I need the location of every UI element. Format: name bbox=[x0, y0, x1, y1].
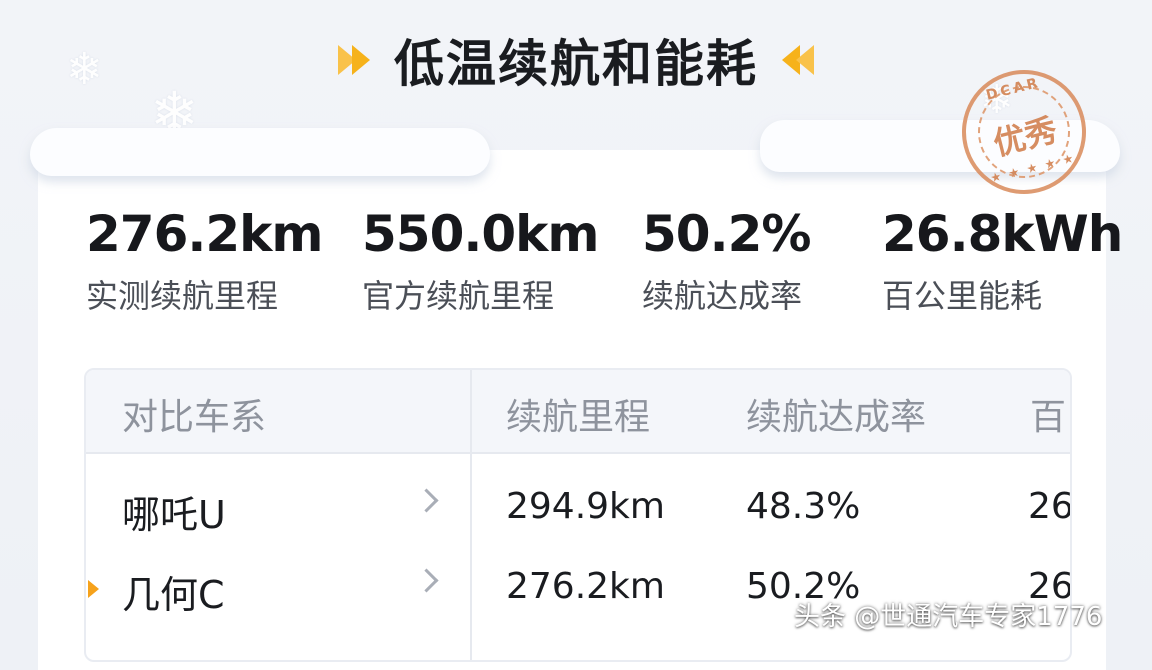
column-header-model: 对比车系 bbox=[122, 397, 267, 438]
table-row[interactable]: 哪吒U 294.9km 48.3% 26 bbox=[86, 470, 1070, 550]
metric-energy-consumption: 26.8kWh 百公里能耗 bbox=[882, 205, 1123, 317]
metric-label: 实测续航里程 bbox=[86, 277, 279, 315]
snow-decoration bbox=[30, 128, 490, 176]
metric-label: 百公里能耗 bbox=[882, 277, 1043, 315]
row-energy: 26 bbox=[1028, 486, 1072, 527]
metric-achievement-rate: 50.2% 续航达成率 bbox=[642, 205, 811, 317]
row-range: 276.2km bbox=[506, 566, 665, 607]
row-model-name[interactable]: 哪吒U bbox=[122, 484, 226, 539]
row-model-name[interactable]: 几何C bbox=[122, 564, 225, 619]
metric-official-range: 550.0km 官方续航里程 bbox=[362, 205, 600, 317]
column-header-energy: 百 bbox=[1030, 397, 1067, 438]
metric-value: 50.2% bbox=[642, 205, 811, 263]
chevron-right-icon[interactable] bbox=[414, 568, 439, 593]
metric-label: 官方续航里程 bbox=[362, 277, 555, 315]
metric-label: 续航达成率 bbox=[642, 277, 803, 315]
column-header-range: 续航里程 bbox=[506, 397, 651, 438]
metric-value: 276.2km bbox=[86, 205, 324, 263]
selected-marker-icon bbox=[88, 580, 99, 598]
row-range: 294.9km bbox=[506, 486, 665, 527]
metric-value: 550.0km bbox=[362, 205, 600, 263]
metric-measured-range: 276.2km 实测续航里程 bbox=[86, 205, 324, 317]
double-chevron-left-icon bbox=[782, 45, 814, 75]
section-title: 低温续航和能耗 bbox=[394, 35, 758, 93]
chevron-right-icon[interactable] bbox=[414, 488, 439, 513]
row-rate: 48.3% bbox=[746, 486, 861, 527]
double-chevron-right-icon bbox=[338, 45, 370, 75]
watermark: 头条 @世通汽车专家1776 bbox=[794, 602, 1103, 632]
table-header: 对比车系 续航里程 续航达成率 百 bbox=[86, 370, 1070, 454]
metric-value: 26.8kWh bbox=[882, 205, 1123, 263]
column-header-rate: 续航达成率 bbox=[746, 397, 927, 438]
